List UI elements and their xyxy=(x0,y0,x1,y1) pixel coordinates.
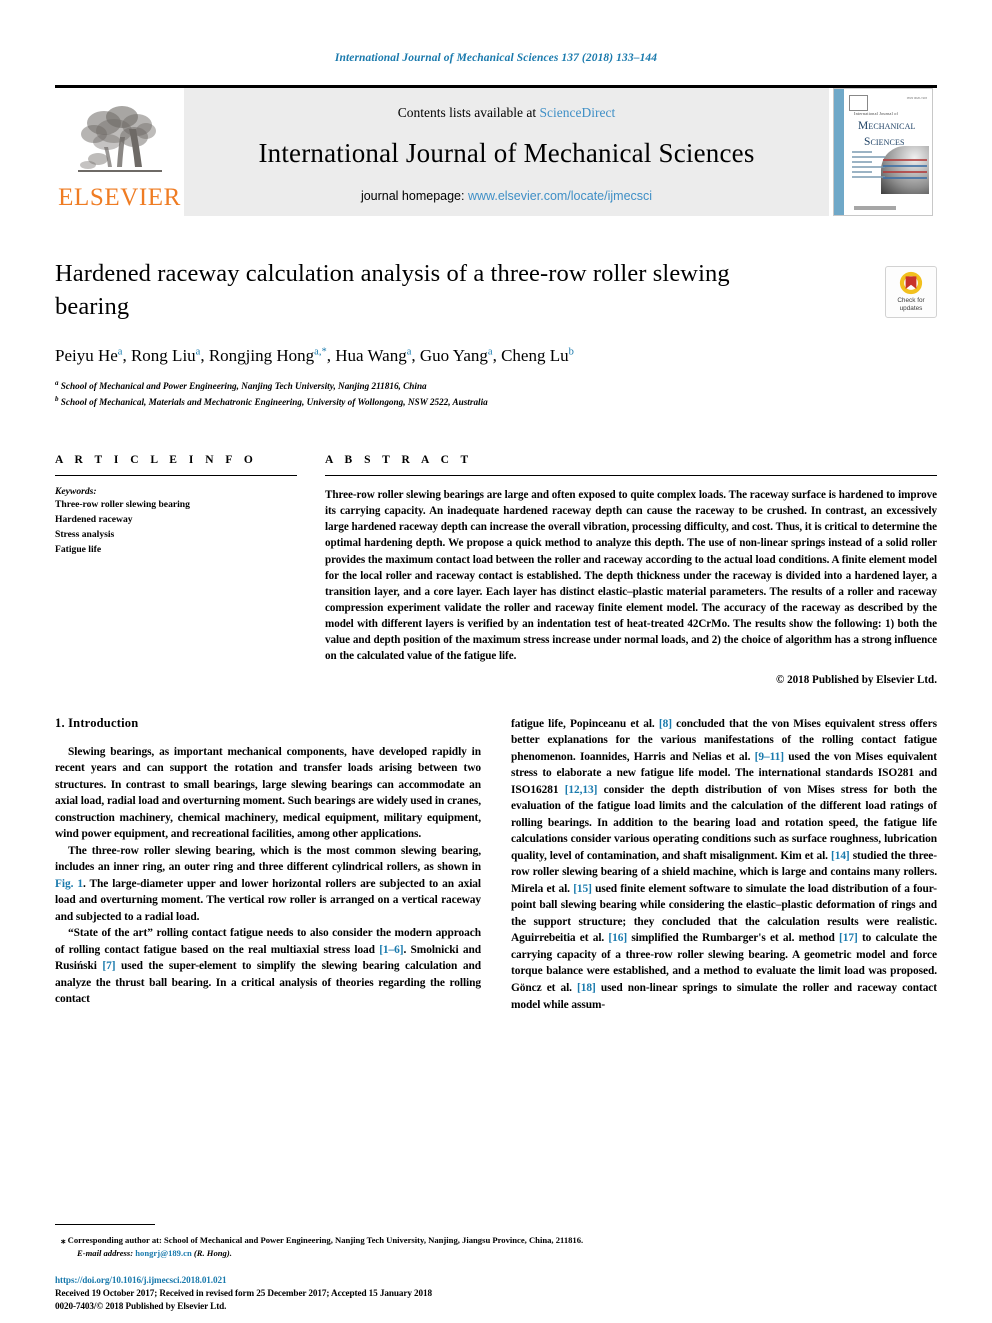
cover-eyebrow: International Journal of xyxy=(854,111,899,116)
email-link[interactable]: hongrj@189.cn xyxy=(135,1248,191,1258)
citation-reference[interactable]: [15] xyxy=(573,883,592,895)
cover-left-text-block xyxy=(852,151,885,181)
footnote-rule xyxy=(55,1223,155,1225)
affiliation-item: b School of Mechanical, Materials and Me… xyxy=(55,394,937,410)
contents-prefix: Contents lists available at xyxy=(397,105,540,120)
issn-copyright: 0020-7403/© 2018 Published by Elsevier L… xyxy=(55,1301,227,1311)
corresponding-author-marker: ⁎ xyxy=(61,1234,66,1245)
colophon-block: https://doi.org/10.1016/j.ijmecsci.2018.… xyxy=(55,1275,937,1311)
author-item: Hua Wanga xyxy=(335,346,412,366)
author-item: Peiyu Hea xyxy=(55,346,123,366)
paragraph: “State of the art” rolling contact fatig… xyxy=(55,927,482,1006)
affiliation-mark: a xyxy=(55,379,59,388)
affiliation-text: School of Mechanical and Power Engineeri… xyxy=(60,381,427,392)
author-item: Guo Yanga xyxy=(419,346,493,366)
masthead-center: Contents lists available at ScienceDirec… xyxy=(184,88,829,216)
section-heading-introduction: 1. Introduction xyxy=(55,715,139,730)
paragraph: fatigue life, Popinceanu et al. [8] conc… xyxy=(511,717,938,1011)
info-abstract-section: A R T I C L E I N F O Keywords: Three-ro… xyxy=(55,454,937,686)
article-info-heading: A R T I C L E I N F O xyxy=(55,453,258,466)
citation-reference[interactable]: [16] xyxy=(608,932,627,944)
running-head: International Journal of Mechanical Scie… xyxy=(334,52,658,64)
cover-footer-bar xyxy=(854,206,896,210)
citation-reference[interactable]: [18] xyxy=(577,982,596,994)
corresponding-author-text: Corresponding author at: School of Mecha… xyxy=(67,1234,584,1245)
author-list: Peiyu Hea, Rong Liua, Rongjing Honga,*, … xyxy=(55,346,574,366)
crossmark-badge[interactable]: Check for updates xyxy=(885,266,937,318)
citation-reference[interactable]: [8] xyxy=(659,718,672,730)
citation-reference[interactable]: [7] xyxy=(102,960,115,972)
affiliation-text: School of Mechanical, Materials and Mech… xyxy=(60,397,488,408)
corresponding-author-note: ⁎ Corresponding author at: School of Mec… xyxy=(55,1233,937,1248)
cover-issn: ISSN 0020-7403 xyxy=(906,96,927,100)
citation-reference[interactable]: [9–11] xyxy=(755,751,784,763)
article-page: International Journal of Mechanical Scie… xyxy=(0,0,992,1323)
article-info-column: A R T I C L E I N F O Keywords: Three-ro… xyxy=(55,454,297,686)
email-label: E-mail address: xyxy=(77,1248,134,1259)
affiliation-list: a School of Mechanical and Power Enginee… xyxy=(55,378,937,410)
author-affil-mark: b xyxy=(568,346,574,358)
elsevier-logo: ELSEVIER xyxy=(55,88,184,216)
submission-history: Received 19 October 2017; Received in re… xyxy=(55,1288,433,1298)
author-item: Cheng Lub xyxy=(501,346,574,366)
doi-link[interactable]: https://doi.org/10.1016/j.ijmecsci.2018.… xyxy=(55,1275,937,1285)
journal-title: International Journal of Mechanical Scie… xyxy=(258,138,755,168)
journal-homepage-line: journal homepage: www.elsevier.com/locat… xyxy=(361,189,652,203)
homepage-prefix: journal homepage: xyxy=(360,189,468,203)
body-column-left: 1. Introduction Slewing bearings, as imp… xyxy=(55,716,481,1014)
body-column-right: fatigue life, Popinceanu et al. [8] conc… xyxy=(511,716,937,1014)
keyword-item: Fatigue life xyxy=(55,544,102,556)
abstract-heading: A B S T R A C T xyxy=(325,453,473,466)
cover-right-text-block xyxy=(883,159,927,183)
journal-homepage-link[interactable]: www.elsevier.com/locate/ijmecsci xyxy=(468,189,652,203)
cover-title-line1-cap: M xyxy=(858,120,869,132)
cover-art: ISSN 0020-7403 International Journal of … xyxy=(833,88,933,216)
journal-cover-thumbnail: ISSN 0020-7403 International Journal of … xyxy=(829,88,937,216)
keyword-item: Hardened raceway xyxy=(55,514,133,526)
author-item: Rong Liua xyxy=(130,346,201,366)
author-item: Rongjing Honga,* xyxy=(208,346,327,366)
elsevier-tree-icon xyxy=(77,106,162,172)
cover-publisher-logo-icon xyxy=(849,95,868,111)
elsevier-wordmark: ELSEVIER xyxy=(58,184,181,211)
crossmark-label: Check for updates xyxy=(897,297,925,312)
cover-stripe xyxy=(834,89,844,215)
sciencedirect-link[interactable]: ScienceDirect xyxy=(540,105,616,120)
journal-masthead: ELSEVIER Contents lists available at Sci… xyxy=(55,85,937,216)
email-suffix: (R. Hong). xyxy=(193,1248,232,1259)
citation-reference[interactable]: [17] xyxy=(839,932,858,944)
crossmark-icon xyxy=(899,271,923,295)
email-note: E-mail address: hongrj@189.cn (R. Hong). xyxy=(55,1247,937,1261)
citation-reference[interactable]: [12,13] xyxy=(565,784,598,796)
author-affil-mark: a xyxy=(117,346,123,358)
abstract-rule xyxy=(325,474,937,476)
figure-reference[interactable]: Fig. 1 xyxy=(55,878,83,890)
abstract-column: A B S T R A C T Three-row roller slewing… xyxy=(325,454,937,686)
keyword-item: Three-row roller slewing bearing xyxy=(55,498,190,510)
paragraph: Slewing bearings, as important mechanica… xyxy=(55,745,481,841)
citation-reference[interactable]: [1–6] xyxy=(379,944,403,956)
cover-title-line1-rest: ECHANICAL xyxy=(868,122,916,131)
affiliation-item: a School of Mechanical and Power Enginee… xyxy=(55,378,937,394)
contents-available-line: Contents lists available at ScienceDirec… xyxy=(398,105,615,121)
affiliation-mark: b xyxy=(55,395,59,404)
paragraph: The three-row roller slewing bearing, wh… xyxy=(55,844,481,923)
abstract-copyright: © 2018 Published by Elsevier Ltd. xyxy=(776,673,937,686)
author-affil-mark: a xyxy=(487,346,493,358)
footnotes-block: ⁎ Corresponding author at: School of Mec… xyxy=(55,1223,937,1262)
body-columns: 1. Introduction Slewing bearings, as imp… xyxy=(55,716,937,1014)
author-affil-mark[interactable]: a,* xyxy=(314,347,327,358)
title-block: Check for updates Hardened raceway calcul… xyxy=(55,258,937,410)
citation-reference[interactable]: [14] xyxy=(831,850,850,862)
abstract-text: Three-row roller slewing bearings are la… xyxy=(325,488,937,663)
article-title: Hardened raceway calculation analysis of… xyxy=(55,260,730,320)
article-info-rule xyxy=(55,474,297,476)
keywords-label: Keywords: xyxy=(55,485,97,497)
author-affil-mark: a xyxy=(406,346,412,358)
keyword-item: Stress analysis xyxy=(55,529,115,541)
author-affil-mark: a xyxy=(195,346,201,358)
